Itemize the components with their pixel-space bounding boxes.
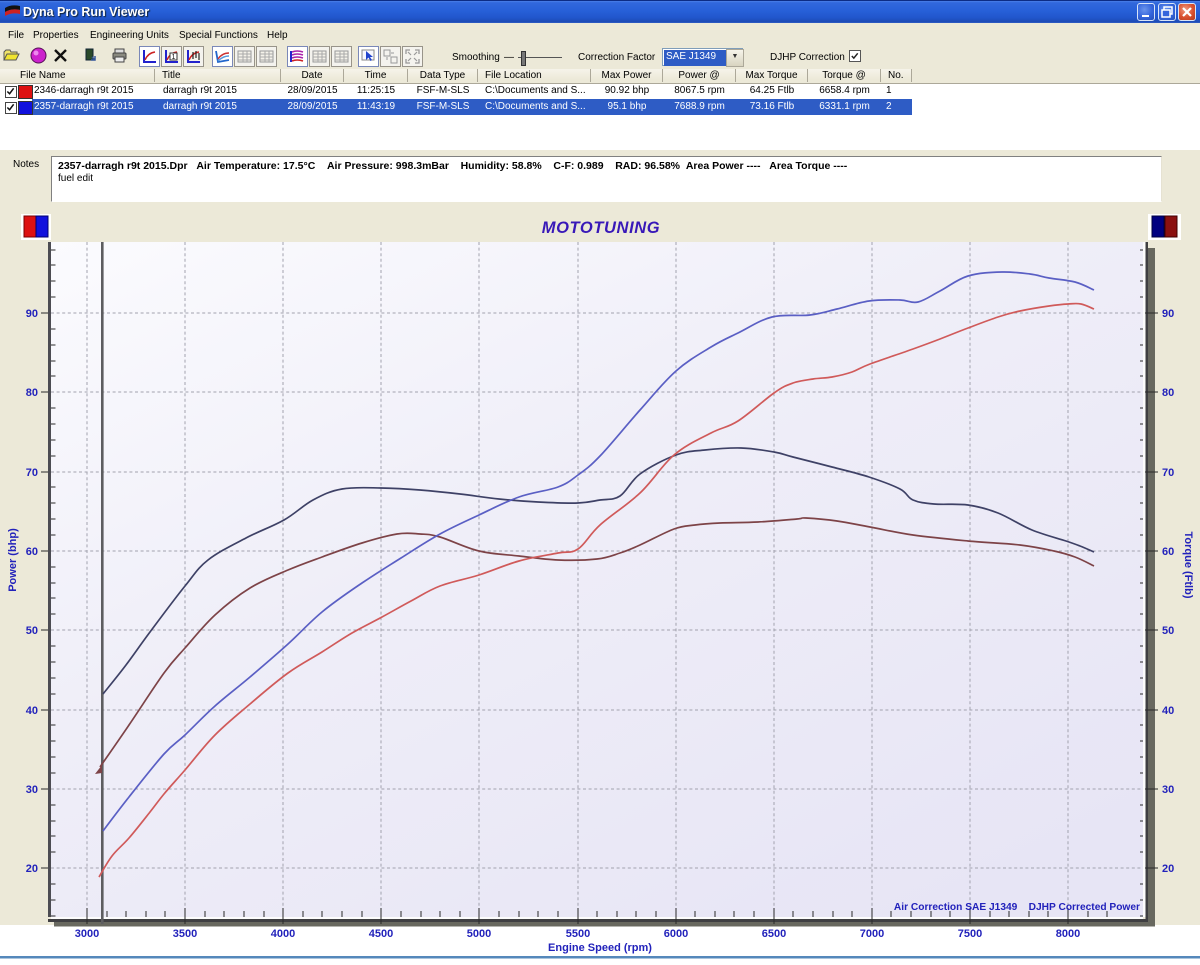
svg-text:7500: 7500 <box>958 928 982 940</box>
svg-text:7000: 7000 <box>860 928 884 940</box>
svg-text:6500: 6500 <box>762 928 786 940</box>
svg-text:50: 50 <box>1162 625 1174 637</box>
svg-text:70: 70 <box>26 467 38 479</box>
svg-text:70: 70 <box>1162 467 1174 479</box>
svg-text:80: 80 <box>1162 387 1174 399</box>
svg-text:20: 20 <box>26 863 38 875</box>
svg-text:6000: 6000 <box>664 928 688 940</box>
svg-text:Power (bhp): Power (bhp) <box>7 528 19 592</box>
svg-text:50: 50 <box>26 625 38 637</box>
svg-text:5000: 5000 <box>467 928 491 940</box>
svg-text:30: 30 <box>26 784 38 796</box>
svg-text:Air Correction SAE J1349 DJ: Air Correction SAE J1349 DJHP Corrected … <box>894 902 1140 913</box>
svg-text:60: 60 <box>1162 546 1174 558</box>
svg-text:4000: 4000 <box>271 928 295 940</box>
svg-text:40: 40 <box>1162 705 1174 717</box>
svg-text:30: 30 <box>1162 784 1174 796</box>
svg-text:1: 1 <box>172 54 176 61</box>
svg-text:40: 40 <box>26 705 38 717</box>
svg-text:90: 90 <box>26 308 38 320</box>
svg-text:8000: 8000 <box>1056 928 1080 940</box>
svg-text:80: 80 <box>26 387 38 399</box>
svg-text:60: 60 <box>26 546 38 558</box>
svg-text:3000: 3000 <box>75 928 99 940</box>
svg-text:5500: 5500 <box>566 928 590 940</box>
svg-text:Torque (Ftlb): Torque (Ftlb) <box>1182 532 1194 599</box>
svg-text:3500: 3500 <box>173 928 197 940</box>
svg-text:Engine Speed (rpm): Engine Speed (rpm) <box>548 942 652 954</box>
svg-text:90: 90 <box>1162 308 1174 320</box>
svg-text:20: 20 <box>1162 863 1174 875</box>
svg-text:MOTOTUNING: MOTOTUNING <box>542 219 660 237</box>
svg-text:4500: 4500 <box>369 928 393 940</box>
